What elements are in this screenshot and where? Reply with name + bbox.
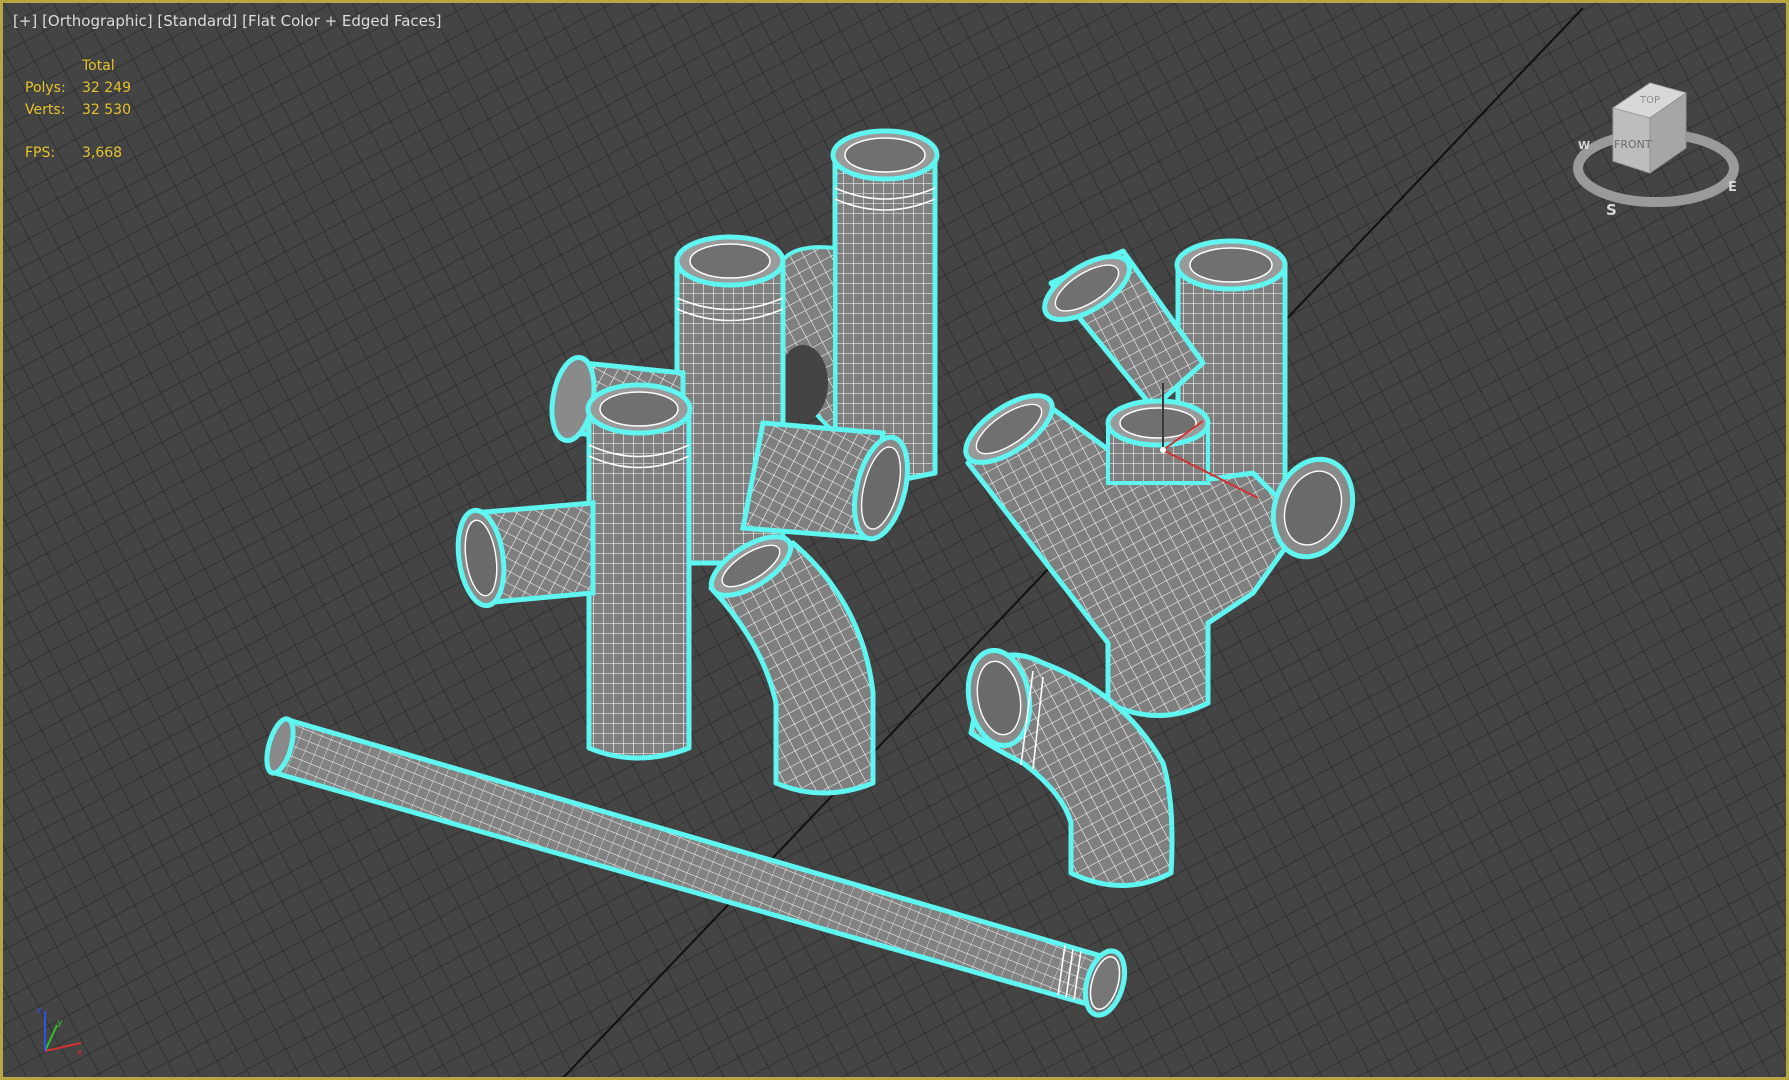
viewport-point-of-view-menu[interactable]: [Orthographic]: [42, 12, 153, 30]
viewport-general-menu[interactable]: [+]: [13, 12, 37, 30]
stats-header: Total: [82, 58, 115, 74]
viewport-shading-menu[interactable]: [Flat Color + Edged Faces]: [242, 12, 441, 30]
viewcube-compass-s: S: [1606, 201, 1617, 219]
verts-label: Verts:: [25, 102, 66, 118]
perspective-viewport[interactable]: [+] [Orthographic] [Standard] [Flat Colo…: [0, 0, 1789, 1080]
axis-z-label: z: [37, 1006, 42, 1016]
polys-value: 32 249: [82, 80, 131, 96]
viewcube-front-label: FRONT: [1614, 138, 1652, 151]
viewcube-compass-e: E: [1728, 180, 1737, 195]
axis-y-label: y: [57, 1018, 63, 1028]
fps-label: FPS:: [25, 145, 56, 161]
axis-x-label: x: [77, 1048, 83, 1058]
verts-value: 32 530: [82, 102, 131, 118]
viewcube[interactable]: TOP FRONT S E W: [1568, 73, 1748, 233]
fps-value: 3,668: [82, 145, 123, 161]
axis-tripod: x y z: [37, 1006, 83, 1058]
viewcube-compass-w: W: [1578, 139, 1590, 152]
viewport-label-menu: [+] [Orthographic] [Standard] [Flat Colo…: [13, 12, 442, 30]
viewcube-top-label: TOP: [1639, 95, 1660, 106]
scene-canvas[interactable]: [3, 3, 1789, 1080]
viewport-per-view-preset-menu[interactable]: [Standard]: [157, 12, 237, 30]
polys-label: Polys:: [25, 80, 66, 96]
